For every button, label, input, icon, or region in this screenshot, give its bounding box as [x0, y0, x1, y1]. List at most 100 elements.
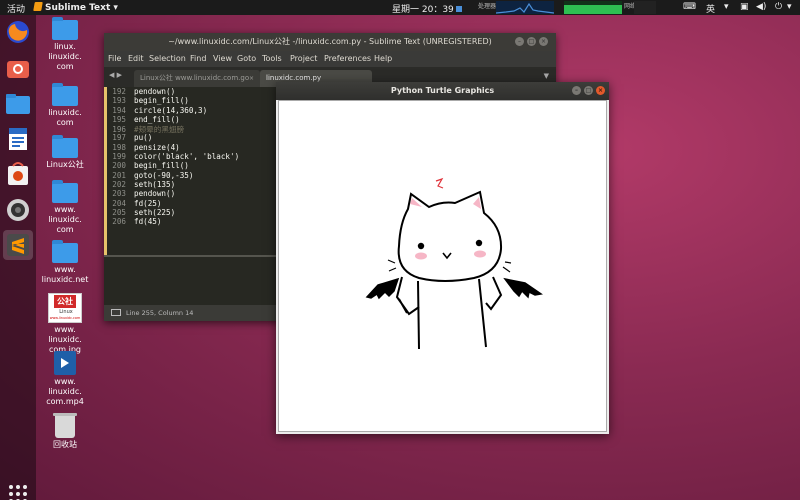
menu-project[interactable]: Project: [290, 54, 317, 63]
system-monitor[interactable]: 处理器 网络: [460, 0, 658, 15]
turtle-window: Python Turtle Graphics – □ ×: [276, 82, 609, 434]
maximize-button[interactable]: □: [584, 86, 593, 95]
desktop-icon-label: www. linuxidc.net: [41, 265, 89, 284]
menu-find[interactable]: Find: [190, 54, 206, 63]
right-wing: [503, 277, 543, 299]
desktop-icon-label: linux. linuxidc. com: [48, 42, 82, 71]
memory-graph: [564, 1, 622, 14]
writer-icon: [9, 128, 27, 150]
tab-label: Linux公社 www.linuxidc.com.go: [140, 74, 250, 82]
memory-fill: [564, 5, 622, 14]
desktop-folder-2[interactable]: linuxidc. com: [40, 83, 90, 128]
show-applications-icon[interactable]: [9, 485, 27, 500]
right-arm: [485, 276, 503, 311]
cpu-graph: [496, 1, 554, 14]
volume-icon[interactable]: ◀): [756, 2, 766, 12]
menu-edit[interactable]: Edit: [128, 54, 144, 63]
turtle-canvas[interactable]: [278, 100, 607, 432]
app-menu[interactable]: Sublime Text ▾: [33, 2, 118, 13]
desktop-folder-5[interactable]: www. linuxidc.net: [40, 240, 90, 285]
cpu-label: 处理器: [478, 3, 497, 10]
activities-button[interactable]: 活动: [7, 2, 25, 15]
thumb-sub: Linux: [59, 309, 73, 315]
network-icon[interactable]: ▣: [740, 2, 749, 12]
language-indicator[interactable]: 英: [706, 2, 715, 15]
firefox-icon: [7, 21, 29, 43]
desktop-icon-label: www. linuxidc. com: [48, 205, 82, 234]
menu-goto[interactable]: Goto: [237, 54, 256, 63]
right-blush: [474, 250, 486, 258]
desktop-folder-1[interactable]: linux. linuxidc. com: [40, 17, 90, 72]
dock-files[interactable]: [3, 89, 33, 119]
desktop-folder-3[interactable]: Linux公社: [40, 135, 90, 170]
sublime-titlebar[interactable]: ~/www.linuxidc.com/Linux公社 -/linuxidc.co…: [104, 33, 556, 51]
dock: [0, 15, 36, 500]
menu-help[interactable]: Help: [374, 54, 392, 63]
clock-text: 星期一 20：39: [392, 5, 454, 15]
network-graph: [634, 1, 656, 14]
right-eye: [475, 239, 483, 247]
menu-view[interactable]: View: [213, 54, 232, 63]
menu-tools[interactable]: Tools: [262, 54, 282, 63]
left-arm: [395, 276, 420, 316]
camera-icon: [7, 199, 29, 221]
sublime-logo-icon: [33, 2, 43, 11]
dock-software[interactable]: [3, 159, 33, 189]
cpu-graph-svg: [496, 2, 554, 14]
dock-camera[interactable]: [3, 195, 33, 225]
app-name: Sublime Text: [45, 3, 111, 13]
red-mark: [435, 177, 444, 189]
desktop-folder-4[interactable]: www. linuxidc. com: [40, 180, 90, 235]
panel-toggle-icon[interactable]: [111, 309, 121, 316]
dock-firefox[interactable]: [3, 17, 33, 47]
thumb-url: www.linuxidc.com: [49, 316, 81, 320]
desktop-icon-label: Linux公社: [46, 160, 84, 169]
folder-icon: [52, 240, 78, 263]
maximize-button[interactable]: □: [527, 37, 536, 46]
menu-file[interactable]: File: [108, 54, 121, 63]
turtle-titlebar[interactable]: Python Turtle Graphics – □ ×: [276, 82, 609, 100]
folder-icon: [52, 135, 78, 158]
sublime-window-controls: – □ ×: [515, 37, 548, 46]
sublime-icon: [7, 234, 29, 256]
cat-body: [417, 278, 487, 350]
software-icon: [8, 162, 28, 185]
desktop-trash[interactable]: 回收站: [40, 413, 90, 450]
desktop-icon-label: 回收站: [53, 440, 77, 449]
menu-selection[interactable]: Selection: [149, 54, 186, 63]
keyboard-layout-icon[interactable]: ⌨: [683, 2, 696, 12]
files-icon: [6, 94, 30, 114]
dock-sublime[interactable]: [3, 230, 33, 260]
close-button[interactable]: ×: [596, 86, 605, 95]
tab-close-icon[interactable]: ×: [249, 70, 254, 87]
left-blush: [415, 252, 427, 260]
desktop-image-file[interactable]: 公社 Linux www.linuxidc.com www. linuxidc.…: [40, 293, 90, 355]
folder-icon: [52, 83, 78, 106]
left-whiskers: [387, 259, 397, 272]
dock-screenshot[interactable]: [3, 53, 33, 83]
tab-linuxidc-go[interactable]: Linux公社 www.linuxidc.com.go ×: [134, 70, 260, 87]
tab-label: linuxidc.com.py: [266, 74, 322, 82]
tab-dropdown-icon[interactable]: ▼: [544, 72, 549, 80]
language-dropdown-icon[interactable]: ▾: [724, 2, 729, 12]
right-whiskers: [502, 261, 512, 273]
cursor-position: Line 255, Column 14: [126, 309, 194, 317]
screenshot-icon: [7, 61, 29, 78]
left-eye: [417, 242, 425, 250]
minimize-button[interactable]: –: [515, 37, 524, 46]
top-bar: 活动 Sublime Text ▾ 星期一 20：39 处理器 网络 ⌨ 英 ▾…: [0, 0, 800, 15]
system-menu-chevron-icon[interactable]: ▾: [787, 2, 792, 12]
desktop-icon-label: www. linuxidc. com.mp4: [46, 377, 84, 406]
cat-drawing: [365, 177, 543, 350]
desktop-video-file[interactable]: www. linuxidc. com.mp4: [40, 351, 90, 407]
power-icon[interactable]: ⏻: [775, 2, 782, 12]
folder-icon: [52, 17, 78, 40]
tab-nav-arrows[interactable]: ◀ ▶: [109, 71, 122, 79]
clock[interactable]: 星期一 20：39: [392, 2, 462, 15]
menu-preferences[interactable]: Preferences: [324, 54, 371, 63]
cat-head: [397, 190, 503, 282]
close-button[interactable]: ×: [539, 37, 548, 46]
image-thumbnail: 公社 Linux www.linuxidc.com: [48, 293, 82, 323]
dock-writer[interactable]: [3, 124, 33, 154]
minimize-button[interactable]: –: [572, 86, 581, 95]
